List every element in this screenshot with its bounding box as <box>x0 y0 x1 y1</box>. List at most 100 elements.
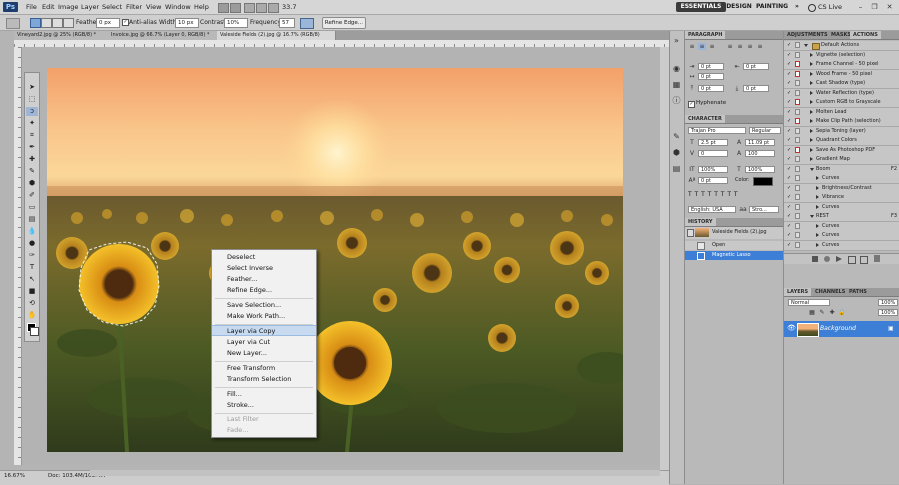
dialog-toggle-icon[interactable] <box>795 165 800 172</box>
action-toggle-checkbox[interactable]: ✓ <box>787 204 792 210</box>
expand-triangle-icon[interactable] <box>810 52 813 57</box>
space-before-input[interactable]: 0 pt <box>698 85 724 92</box>
menu-item-transform-selection[interactable]: Transform Selection <box>212 374 316 385</box>
action-toggle-checkbox[interactable]: ✓ <box>787 194 792 200</box>
layer-visibility-icon[interactable]: 👁 <box>787 325 796 332</box>
add-selection-icon[interactable] <box>41 18 52 28</box>
kerning-input[interactable]: 0 <box>698 150 728 157</box>
menu-window[interactable]: Window <box>165 0 191 14</box>
action-row[interactable]: ✓ Curves <box>784 174 899 184</box>
action-toggle-checkbox[interactable]: ✓ <box>787 109 792 115</box>
dialog-toggle-icon[interactable] <box>795 194 800 200</box>
opacity-input[interactable]: 100% <box>878 299 898 306</box>
bridge-icon[interactable] <box>218 3 229 13</box>
lock-all-icon[interactable]: 🔒 <box>838 309 846 316</box>
action-row[interactable]: ✓ Cast Shadow (type) <box>784 79 899 89</box>
action-row[interactable]: ✓ Curves <box>784 221 899 232</box>
menu-item-free-transform[interactable]: Free Transform <box>212 363 316 374</box>
justify-center-icon[interactable]: ≡ <box>736 43 744 50</box>
layer-row-background[interactable]: 👁 Background ▣ <box>784 321 899 337</box>
action-toggle-checkbox[interactable]: ✓ <box>787 80 792 86</box>
action-toggle-checkbox[interactable]: ✓ <box>787 61 792 67</box>
dialog-toggle-icon[interactable] <box>795 137 800 143</box>
gradient-tool-icon[interactable]: ▤ <box>26 215 38 224</box>
dialog-toggle-icon[interactable] <box>795 175 800 181</box>
workspace-more[interactable]: » <box>788 2 806 12</box>
workspace-design[interactable]: DESIGN <box>722 2 756 12</box>
trash-icon[interactable] <box>874 255 880 262</box>
path-selection-tool-icon[interactable]: ↖ <box>26 275 38 284</box>
indent-right-input[interactable]: 0 pt <box>743 63 769 70</box>
menu-item-save-selection[interactable]: Save Selection... <box>212 300 316 311</box>
action-toggle-checkbox[interactable]: ✓ <box>787 137 792 143</box>
tab-channels[interactable]: CHANNELS <box>812 288 848 296</box>
action-row[interactable]: ✓ Quadrant Colors <box>784 136 899 146</box>
expand-triangle-icon[interactable] <box>816 242 819 247</box>
info-icon[interactable]: ⓘ <box>671 96 682 106</box>
action-row[interactable]: ✓ Water Reflection (type) <box>784 88 899 99</box>
dialog-toggle-icon[interactable] <box>795 118 800 124</box>
quick-selection-tool-icon[interactable]: ✦ <box>26 119 38 128</box>
font-style-select[interactable]: Regular <box>749 127 781 134</box>
action-toggle-checkbox[interactable]: ✓ <box>787 147 792 153</box>
hyphenate-checkbox[interactable]: ✓ <box>688 101 695 108</box>
expand-triangle-icon[interactable] <box>810 90 813 95</box>
dialog-toggle-icon[interactable] <box>795 232 800 238</box>
dialog-toggle-icon[interactable] <box>795 241 800 248</box>
action-toggle-checkbox[interactable]: ✓ <box>787 99 792 105</box>
expand-triangle-icon[interactable] <box>804 44 808 47</box>
stop-icon[interactable] <box>812 256 818 262</box>
pen-tool-icon[interactable]: ✑ <box>26 251 38 260</box>
menu-item-layer-via-cut[interactable]: Layer via Cut <box>212 337 316 348</box>
menu-item-deselect[interactable]: Deselect <box>212 252 316 263</box>
action-row[interactable]: ✓ Brightness/Contrast <box>784 183 899 194</box>
action-toggle-checkbox[interactable]: ✓ <box>787 185 792 191</box>
antialias-checkbox[interactable]: ✓ <box>122 19 129 26</box>
font-size-input[interactable]: 2.5 pt <box>698 139 728 146</box>
menu-item-select-inverse[interactable]: Select Inverse <box>212 263 316 274</box>
expand-triangle-icon[interactable] <box>816 176 819 180</box>
marquee-tool-icon[interactable]: ⬚ <box>26 95 38 104</box>
vertical-scrollbar[interactable] <box>660 47 669 470</box>
eraser-tool-icon[interactable]: ▭ <box>26 203 38 212</box>
expand-triangle-icon[interactable] <box>810 109 813 114</box>
action-row[interactable]: ✓ Curves <box>784 240 899 251</box>
indent-first-line-input[interactable]: 0 pt <box>698 73 724 80</box>
fill-input[interactable]: 100% <box>878 309 898 316</box>
expand-triangle-icon[interactable] <box>816 204 819 209</box>
expand-triangle-icon[interactable] <box>810 62 813 66</box>
tab-actions[interactable]: ACTIONS <box>850 31 881 39</box>
subtract-selection-icon[interactable] <box>52 18 63 28</box>
type-style-buttons[interactable]: TTTTTTTT <box>688 191 780 199</box>
restore-icon[interactable]: ❐ <box>869 2 880 12</box>
action-row[interactable]: ✓ Gradient Map <box>784 155 899 165</box>
menu-item-make-work-path[interactable]: Make Work Path... <box>212 311 316 322</box>
expand-triangle-icon[interactable] <box>816 195 819 199</box>
horizontal-scale-input[interactable]: 100% <box>745 166 775 173</box>
zoom-level[interactable]: 33.7 <box>282 0 296 14</box>
workspace-painting[interactable]: PAINTING <box>752 2 792 12</box>
menu-help[interactable]: Help <box>194 0 209 14</box>
close-icon[interactable]: ✕ <box>884 2 895 12</box>
expand-triangle-icon[interactable] <box>810 167 814 171</box>
clone-stamp-tool-icon[interactable]: ⬢ <box>26 179 38 188</box>
3d-rotate-tool-icon[interactable]: ⟲ <box>26 299 38 308</box>
dialog-toggle-icon[interactable] <box>795 184 800 191</box>
brush-preset-icon[interactable]: ✎ <box>671 132 682 142</box>
align-right-icon[interactable]: ≡ <box>708 43 716 50</box>
cs-live-button[interactable]: CS Live <box>818 0 842 14</box>
expand-triangle-icon[interactable] <box>816 223 819 228</box>
frequency-input[interactable]: 57 <box>279 18 295 28</box>
expand-triangle-icon[interactable] <box>810 119 813 123</box>
cs-live-icon[interactable] <box>808 4 816 12</box>
expand-triangle-icon[interactable] <box>810 71 813 76</box>
dialog-toggle-icon[interactable] <box>795 99 800 105</box>
dialog-toggle-icon[interactable] <box>795 213 800 219</box>
menu-item-stroke[interactable]: Stroke... <box>212 400 316 411</box>
dialog-toggle-icon[interactable] <box>795 80 800 86</box>
tab-vineyard[interactable]: Vineyard2.jpg @ 25% (RGB/8) * <box>14 31 111 40</box>
dialog-toggle-icon[interactable] <box>795 61 800 67</box>
dialog-toggle-icon[interactable] <box>795 203 800 210</box>
justify-all-icon[interactable]: ≡ <box>756 43 764 50</box>
tab-layers[interactable]: LAYERS <box>784 288 812 296</box>
